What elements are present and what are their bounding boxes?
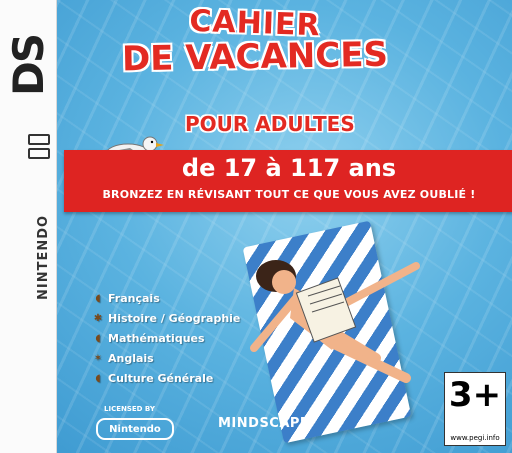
subject-label: Mathématiques — [108, 331, 205, 345]
platform-sidebar: DS NINTENDO — [0, 0, 57, 453]
palm-icon: ✱ — [93, 312, 103, 324]
pegi-rating: 3+ www.pegi.info — [444, 372, 506, 446]
list-item: ◖ Culture Générale — [92, 368, 240, 388]
list-item: ✱ Histoire / Géographie — [92, 308, 241, 328]
rating-site: www.pegi.info — [450, 434, 500, 442]
tagline: BRONZEZ EN RÉVISANT TOUT CE QUE VOUS AVE… — [102, 188, 476, 201]
age-banner: de 17 à 117 ans BRONZEZ EN RÉVISANT TOUT… — [64, 150, 512, 212]
subject-label: Culture Générale — [108, 371, 214, 385]
subject-label: Anglais — [108, 351, 154, 365]
subject-label: Français — [108, 291, 160, 305]
nintendo-badge: Nintendo — [96, 418, 174, 440]
licensed-by: LICENSED BY — [104, 405, 155, 413]
sunbather-illustration — [250, 260, 420, 383]
list-item: ◖ Mathématiques — [92, 328, 240, 348]
starfish-icon: ✶ — [93, 352, 103, 364]
shell-icon: ◖ — [95, 332, 101, 344]
publisher-logo: MINDSCAPE — [218, 416, 310, 431]
list-item: ◖ Français — [92, 288, 240, 308]
title-line-3: POUR ADULTES — [185, 112, 355, 136]
platform-name: NINTENDO — [36, 214, 51, 300]
title-line-2: DE VACANCES — [121, 34, 389, 80]
game-cover: DS NINTENDO CAHIER DE VACANCES POUR ADUL… — [0, 0, 512, 453]
ds-logo: DS — [4, 34, 53, 96]
age-range: de 17 à 117 ans — [181, 154, 397, 182]
subject-list: ◖ Français ✱ Histoire / Géographie ◖ Mathém… — [92, 288, 241, 388]
rating-value: 3+ — [448, 375, 502, 415]
ds-icon — [28, 134, 50, 164]
title: CAHIER DE VACANCES — [90, 4, 420, 80]
shell-icon: ◖ — [95, 292, 101, 304]
shell-icon: ◖ — [95, 372, 101, 384]
list-item: ✶ Anglais — [92, 348, 240, 368]
subject-label: Histoire / Géographie — [108, 311, 241, 325]
